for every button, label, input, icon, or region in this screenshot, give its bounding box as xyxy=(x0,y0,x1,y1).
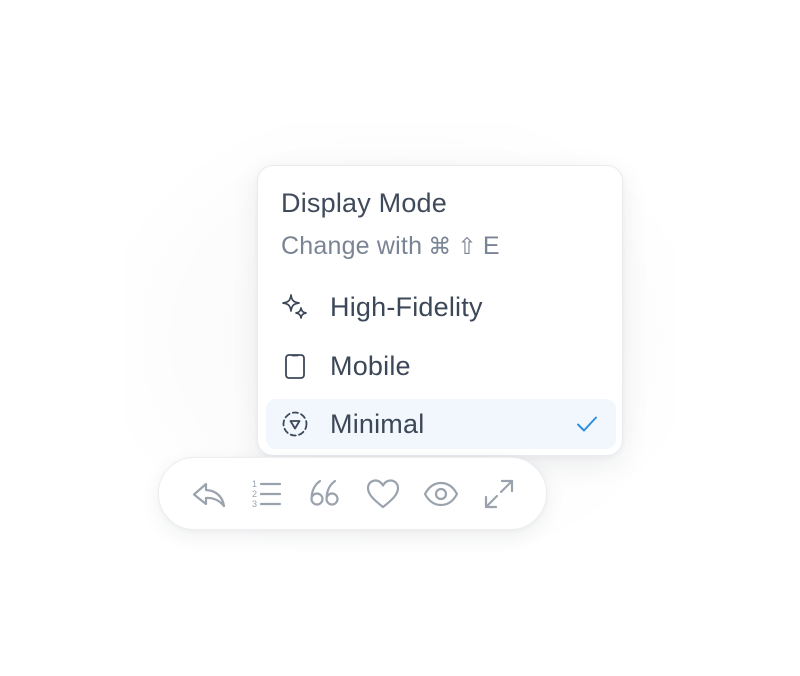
quote-icon xyxy=(307,476,343,512)
svg-text:1: 1 xyxy=(252,479,257,489)
view-button[interactable] xyxy=(423,476,459,512)
menu-item-label: Minimal xyxy=(330,408,425,439)
svg-text:2: 2 xyxy=(252,489,257,499)
popover-title: Display Mode xyxy=(281,188,447,218)
checkmark-icon xyxy=(574,411,600,437)
display-mode-popover: Display Mode Change with ⌘ ⇧ E High-Fide… xyxy=(257,165,623,456)
like-button[interactable] xyxy=(365,476,401,512)
reply-button[interactable] xyxy=(191,476,227,512)
menu-item-high-fidelity[interactable]: High-Fidelity xyxy=(266,282,616,332)
expand-button[interactable] xyxy=(481,476,517,512)
phone-icon xyxy=(280,351,310,381)
menu-item-label: High-Fidelity xyxy=(330,291,483,322)
quote-button[interactable] xyxy=(307,476,343,512)
shortcut-key-e: E xyxy=(482,232,500,260)
eye-icon xyxy=(423,476,459,512)
menu-item-label: Mobile xyxy=(330,350,411,381)
numbered-list-icon: 1 2 3 xyxy=(249,476,285,512)
svg-text:3: 3 xyxy=(252,499,257,509)
shortcut-hint-text: Change with xyxy=(281,232,423,260)
dashed-circle-icon xyxy=(280,409,310,439)
expand-icon xyxy=(481,476,517,512)
popover-subtitle: Change with ⌘ ⇧ E xyxy=(281,232,500,261)
bottom-toolbar: 1 2 3 xyxy=(158,457,547,530)
menu-item-mobile[interactable]: Mobile xyxy=(266,341,616,391)
reply-icon xyxy=(191,476,227,512)
sparkle-icon xyxy=(280,292,310,322)
menu-item-minimal[interactable]: Minimal xyxy=(266,399,616,449)
stage: Display Mode Change with ⌘ ⇧ E High-Fide… xyxy=(0,0,800,676)
shortcut-key-shift: ⇧ xyxy=(457,233,477,259)
heart-icon xyxy=(365,476,401,512)
shortcut-key-command: ⌘ xyxy=(428,233,452,259)
numbered-list-button[interactable]: 1 2 3 xyxy=(249,476,285,512)
